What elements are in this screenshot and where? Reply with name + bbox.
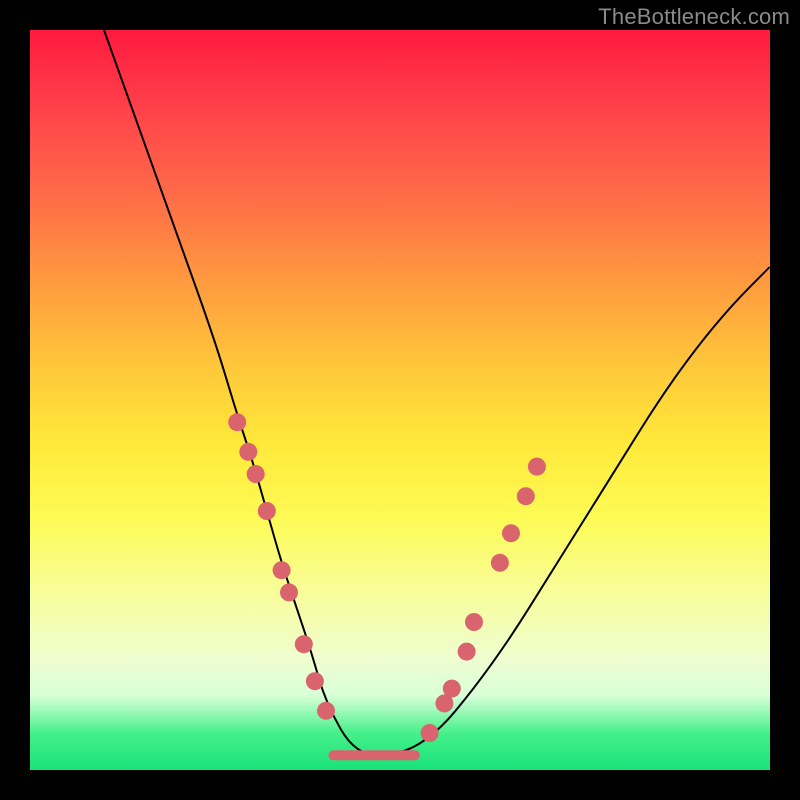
data-dot: [258, 502, 276, 520]
data-dot: [247, 465, 265, 483]
data-dot: [317, 702, 335, 720]
data-dot: [306, 672, 324, 690]
data-dot: [295, 635, 313, 653]
data-dot: [239, 443, 257, 461]
data-dot: [502, 524, 520, 542]
data-dot: [491, 554, 509, 572]
data-dot: [517, 487, 535, 505]
data-dot: [528, 458, 546, 476]
data-dots: [228, 413, 546, 742]
bottleneck-curve: [104, 30, 770, 755]
data-dot: [273, 561, 291, 579]
data-dot: [280, 583, 298, 601]
watermark-text: TheBottleneck.com: [598, 4, 790, 30]
plot-area: [30, 30, 770, 770]
data-dot: [228, 413, 246, 431]
data-dot: [465, 613, 483, 631]
data-dot: [443, 680, 461, 698]
data-dot: [458, 643, 476, 661]
chart-frame: TheBottleneck.com: [0, 0, 800, 800]
data-dot: [421, 724, 439, 742]
chart-svg: [30, 30, 770, 770]
